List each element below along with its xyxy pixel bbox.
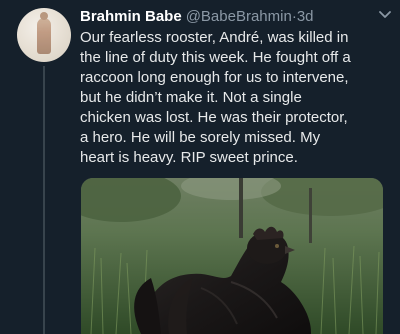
tweet-text: Our fearless rooster, André, was killed …	[80, 29, 351, 166]
tweet-header: Brahmin Babe @BabeBrahmin · 3d	[80, 8, 390, 28]
avatar-figure	[37, 12, 51, 54]
tweet-media[interactable]	[81, 178, 383, 334]
display-name[interactable]: Brahmin Babe	[80, 8, 182, 25]
chevron-down-icon[interactable]	[378, 10, 392, 20]
rooster-photo	[81, 178, 383, 334]
avatar[interactable]	[17, 8, 71, 62]
thread-line	[43, 66, 45, 334]
user-handle[interactable]: @BabeBrahmin	[186, 8, 292, 25]
timestamp[interactable]: 3d	[297, 8, 314, 25]
